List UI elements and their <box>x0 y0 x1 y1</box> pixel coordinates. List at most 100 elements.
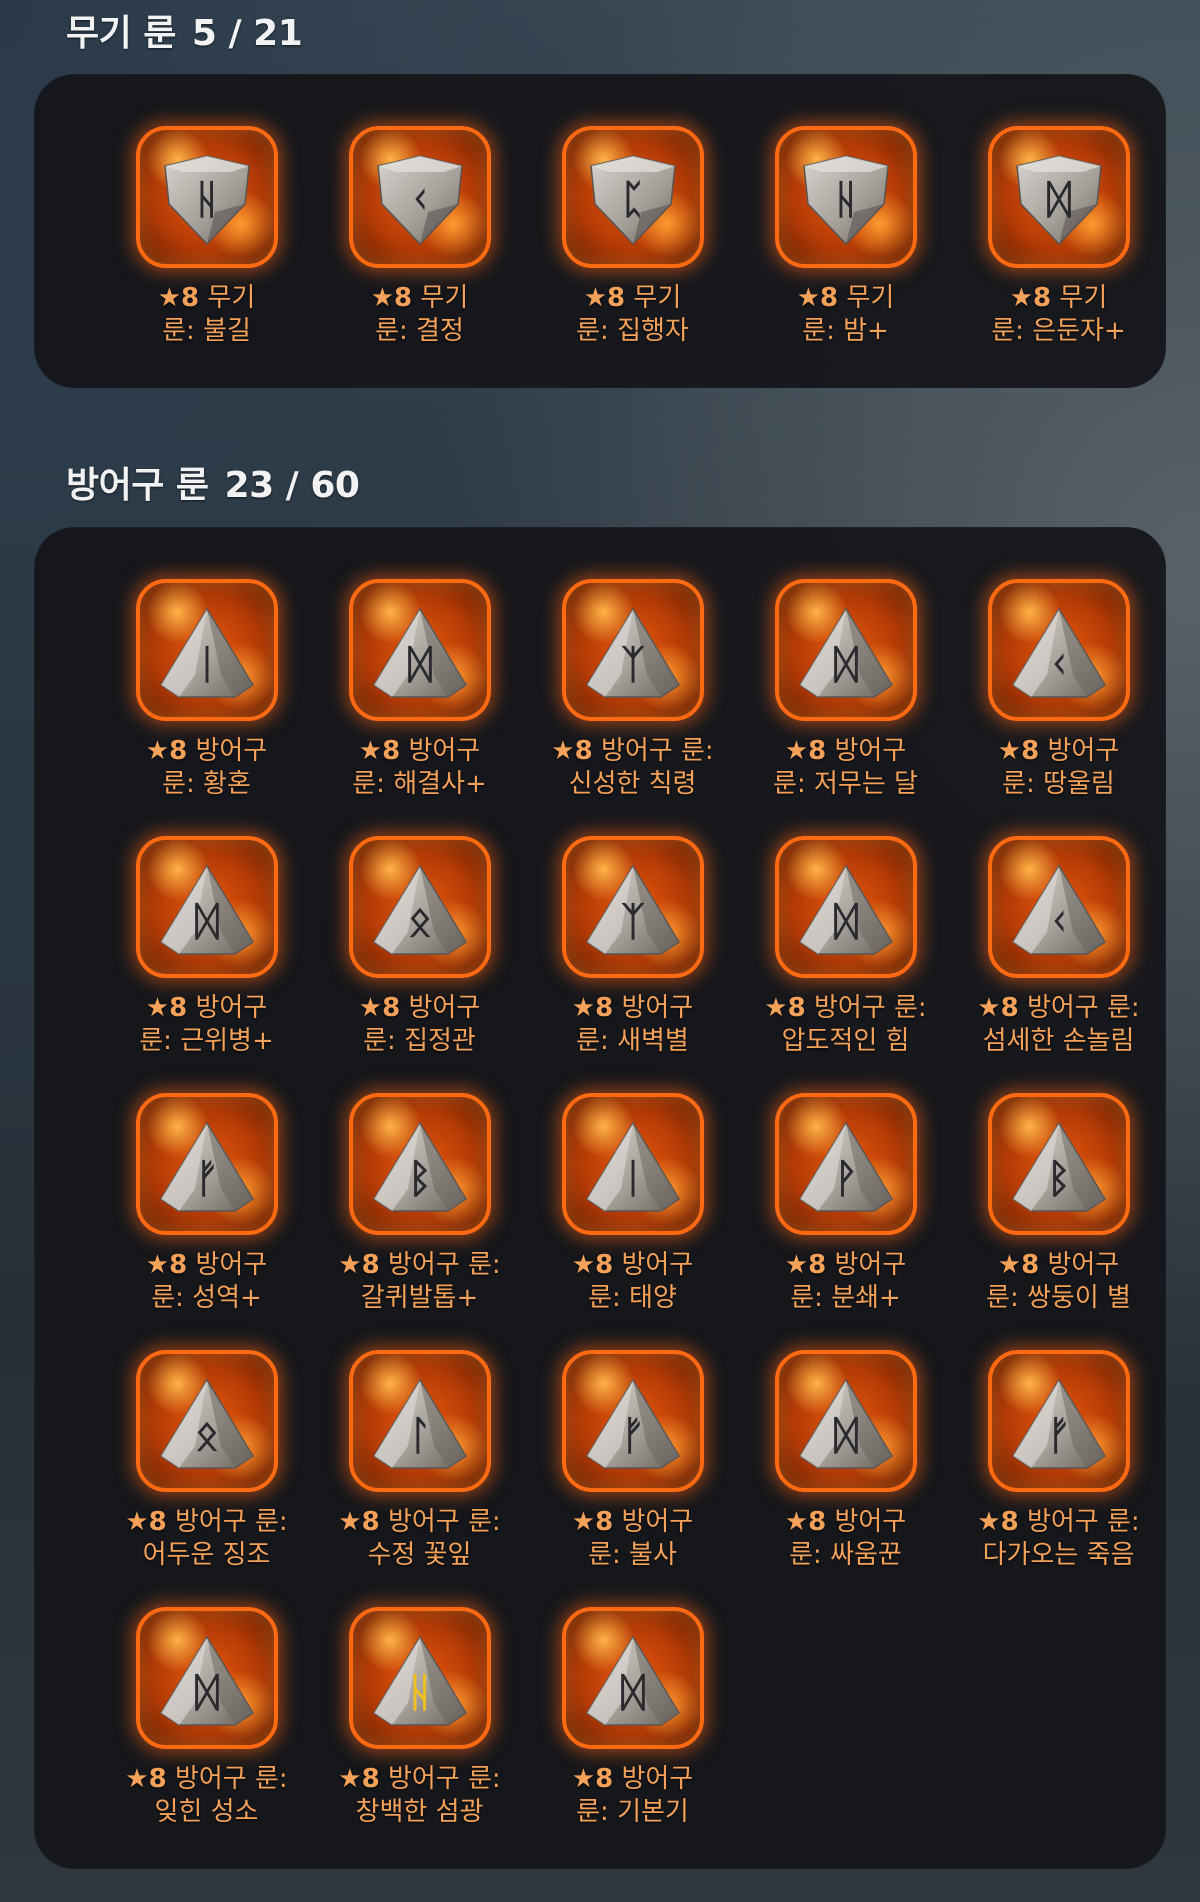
rune-label: ★8 방어구 룬: 섬세한 손놀림 <box>952 992 1165 1058</box>
rune-icon[interactable]: ᚺ <box>135 126 278 268</box>
rune-label: ★8 방어구 룬: 기본기 <box>526 1763 739 1829</box>
rune-item[interactable]: ᛉ ★8 방어구 룬: 신성한 칙령 <box>526 579 739 836</box>
rune-stone-icon: ᛞ <box>155 862 259 958</box>
rune-item[interactable]: ᛒ ★8 방어구 룬: 쌍둥이 별 <box>952 1093 1165 1350</box>
rune-name: 룬: 새벽별 <box>576 1026 689 1056</box>
rune-item[interactable]: ᛁ ★8 방어구 룬: 황혼 <box>100 579 313 836</box>
rune-grade: 8 <box>574 736 593 766</box>
rune-label: ★8 방어구 룬: 불사 <box>526 1506 739 1572</box>
star-icon: ★ <box>338 1764 362 1794</box>
rune-icon[interactable]: ᛁ <box>561 1093 704 1235</box>
rune-item[interactable]: ᚠ ★8 방어구 룬: 다가오는 죽음 <box>952 1350 1165 1607</box>
svg-text:ᛞ: ᛞ <box>834 642 858 688</box>
rune-grade: 8 <box>787 993 806 1023</box>
rune-item[interactable]: ᛞ ★8 무기 룬: 은둔자+ <box>952 126 1165 383</box>
rune-label: ★8 방어구 룬: 신성한 칙령 <box>526 735 739 801</box>
rune-icon[interactable]: ᛞ <box>561 1607 704 1749</box>
rune-type: 방어구 룬: <box>813 993 927 1023</box>
rune-name: 룬: 분쇄+ <box>790 1283 901 1313</box>
rune-icon[interactable]: ᚲ <box>987 836 1130 978</box>
star-icon: ★ <box>977 1507 1001 1537</box>
rune-icon[interactable]: ᚺ <box>348 1607 491 1749</box>
rune-icon[interactable]: ᚺ <box>774 126 917 268</box>
rune-label-line1: ★8 방어구 <box>952 735 1165 768</box>
rune-type: 방어구 룬: <box>387 1250 501 1280</box>
rune-icon[interactable]: ᛞ <box>135 1607 278 1749</box>
rune-label-line1: ★8 방어구 <box>739 735 952 768</box>
rune-icon[interactable]: ᛈ <box>561 126 704 268</box>
rune-item[interactable]: ᛞ ★8 방어구 룬: 저무는 달 <box>739 579 952 836</box>
rune-item[interactable]: ᚲ ★8 방어구 룬: 섬세한 손놀림 <box>952 836 1165 1093</box>
rune-item[interactable]: ᛞ ★8 방어구 룬: 잊힌 성소 <box>100 1607 313 1864</box>
rune-item[interactable]: ᚲ ★8 무기 룬: 결정 <box>313 126 526 383</box>
rune-icon[interactable]: ᛟ <box>135 1350 278 1492</box>
rune-item[interactable]: ᛟ ★8 방어구 룬: 어두운 징조 <box>100 1350 313 1607</box>
rune-label-line1: ★8 방어구 <box>526 1506 739 1539</box>
rune-icon[interactable]: ᚲ <box>987 579 1130 721</box>
rune-item[interactable]: ᚠ ★8 방어구 룬: 불사 <box>526 1350 739 1607</box>
rune-name: 잊힌 성소 <box>154 1797 259 1827</box>
rune-item[interactable]: ᚺ ★8 무기 룬: 밤+ <box>739 126 952 383</box>
rune-icon[interactable]: ᛞ <box>774 836 917 978</box>
rune-item[interactable]: ᛚ ★8 방어구 룬: 수정 꽃잎 <box>313 1350 526 1607</box>
rune-label: ★8 무기 룬: 불길 <box>100 282 313 348</box>
rune-icon[interactable]: ᛞ <box>987 126 1130 268</box>
rune-item[interactable]: ᛞ ★8 방어구 룬: 압도적인 힘 <box>739 836 952 1093</box>
rune-icon[interactable]: ᛉ <box>561 579 704 721</box>
armor-runes-title: 방어구 룬 23 / 60 <box>66 456 360 508</box>
rune-item[interactable]: ᚹ ★8 방어구 룬: 분쇄+ <box>739 1093 952 1350</box>
rune-item[interactable]: ᚺ ★8 방어구 룬: 창백한 섬광 <box>313 1607 526 1864</box>
rune-icon[interactable]: ᛞ <box>774 579 917 721</box>
rune-type: 방어구 <box>834 736 907 766</box>
rune-icon[interactable]: ᛁ <box>135 579 278 721</box>
rune-label: ★8 방어구 룬: 싸움꾼 <box>739 1506 952 1572</box>
rune-icon[interactable]: ᛒ <box>987 1093 1130 1235</box>
rune-type: 방어구 <box>621 1764 694 1794</box>
rune-type: 방어구 룬: <box>174 1764 288 1794</box>
rune-item[interactable]: ᛞ ★8 방어구 룬: 싸움꾼 <box>739 1350 952 1607</box>
star-icon: ★ <box>571 1250 596 1280</box>
rune-label: ★8 무기 룬: 은둔자+ <box>952 282 1165 348</box>
rune-icon[interactable]: ᛞ <box>135 836 278 978</box>
rune-icon[interactable]: ᛒ <box>348 1093 491 1235</box>
rune-icon[interactable]: ᚹ <box>774 1093 917 1235</box>
rune-label: ★8 방어구 룬: 다가오는 죽음 <box>952 1506 1165 1572</box>
rune-label-line1: ★8 방어구 <box>526 1763 739 1796</box>
rune-icon[interactable]: ᛞ <box>774 1350 917 1492</box>
rune-item[interactable]: ᛞ ★8 방어구 룬: 근위병+ <box>100 836 313 1093</box>
rune-type: 방어구 룬: <box>174 1507 288 1537</box>
rune-label: ★8 방어구 룬: 분쇄+ <box>739 1249 952 1315</box>
rune-icon[interactable]: ᚠ <box>987 1350 1130 1492</box>
star-icon: ★ <box>145 993 170 1023</box>
rune-item[interactable]: ᚠ ★8 방어구 룬: 성역+ <box>100 1093 313 1350</box>
rune-icon[interactable]: ᛟ <box>348 836 491 978</box>
rune-item[interactable]: ᛈ ★8 무기 룬: 집행자 <box>526 126 739 383</box>
rune-icon[interactable]: ᛉ <box>561 836 704 978</box>
rune-stone-icon: ᚠ <box>1007 1376 1111 1472</box>
svg-text:ᛞ: ᛞ <box>195 899 219 945</box>
rune-item[interactable]: ᛞ ★8 방어구 룬: 해결사+ <box>313 579 526 836</box>
rune-name: 룬: 태양 <box>588 1283 677 1313</box>
rune-label-line1: ★8 무기 <box>739 282 952 315</box>
weapon-runes-count: 5 / 21 <box>191 13 303 54</box>
rune-label-line1: ★8 방어구 룬: <box>313 1249 526 1282</box>
rune-grade: 8 <box>1000 993 1019 1023</box>
rune-item[interactable]: ᛒ ★8 방어구 룬: 갈퀴발톱+ <box>313 1093 526 1350</box>
rune-icon[interactable]: ᚠ <box>135 1093 278 1235</box>
svg-text:ᚲ: ᚲ <box>408 177 432 223</box>
rune-item[interactable]: ᛁ ★8 방어구 룬: 태양 <box>526 1093 739 1350</box>
rune-item[interactable]: ᚺ ★8 무기 룬: 불길 <box>100 126 313 383</box>
rune-label-line1: ★8 방어구 <box>100 992 313 1025</box>
rune-icon[interactable]: ᛚ <box>348 1350 491 1492</box>
rune-item[interactable]: ᛉ ★8 방어구 룬: 새벽별 <box>526 836 739 1093</box>
svg-text:ᛁ: ᛁ <box>621 1156 645 1202</box>
rune-item[interactable]: ᛞ ★8 방어구 룬: 기본기 <box>526 1607 739 1864</box>
rune-item[interactable]: ᛟ ★8 방어구 룬: 집정관 <box>313 836 526 1093</box>
rune-icon[interactable]: ᛞ <box>348 579 491 721</box>
rune-item[interactable]: ᚲ ★8 방어구 룬: 땅울림 <box>952 579 1165 836</box>
rune-name: 룬: 은둔자+ <box>991 316 1126 346</box>
rune-icon[interactable]: ᚠ <box>561 1350 704 1492</box>
star-icon: ★ <box>338 1250 362 1280</box>
rune-grade: 8 <box>181 283 200 313</box>
rune-icon[interactable]: ᚲ <box>348 126 491 268</box>
